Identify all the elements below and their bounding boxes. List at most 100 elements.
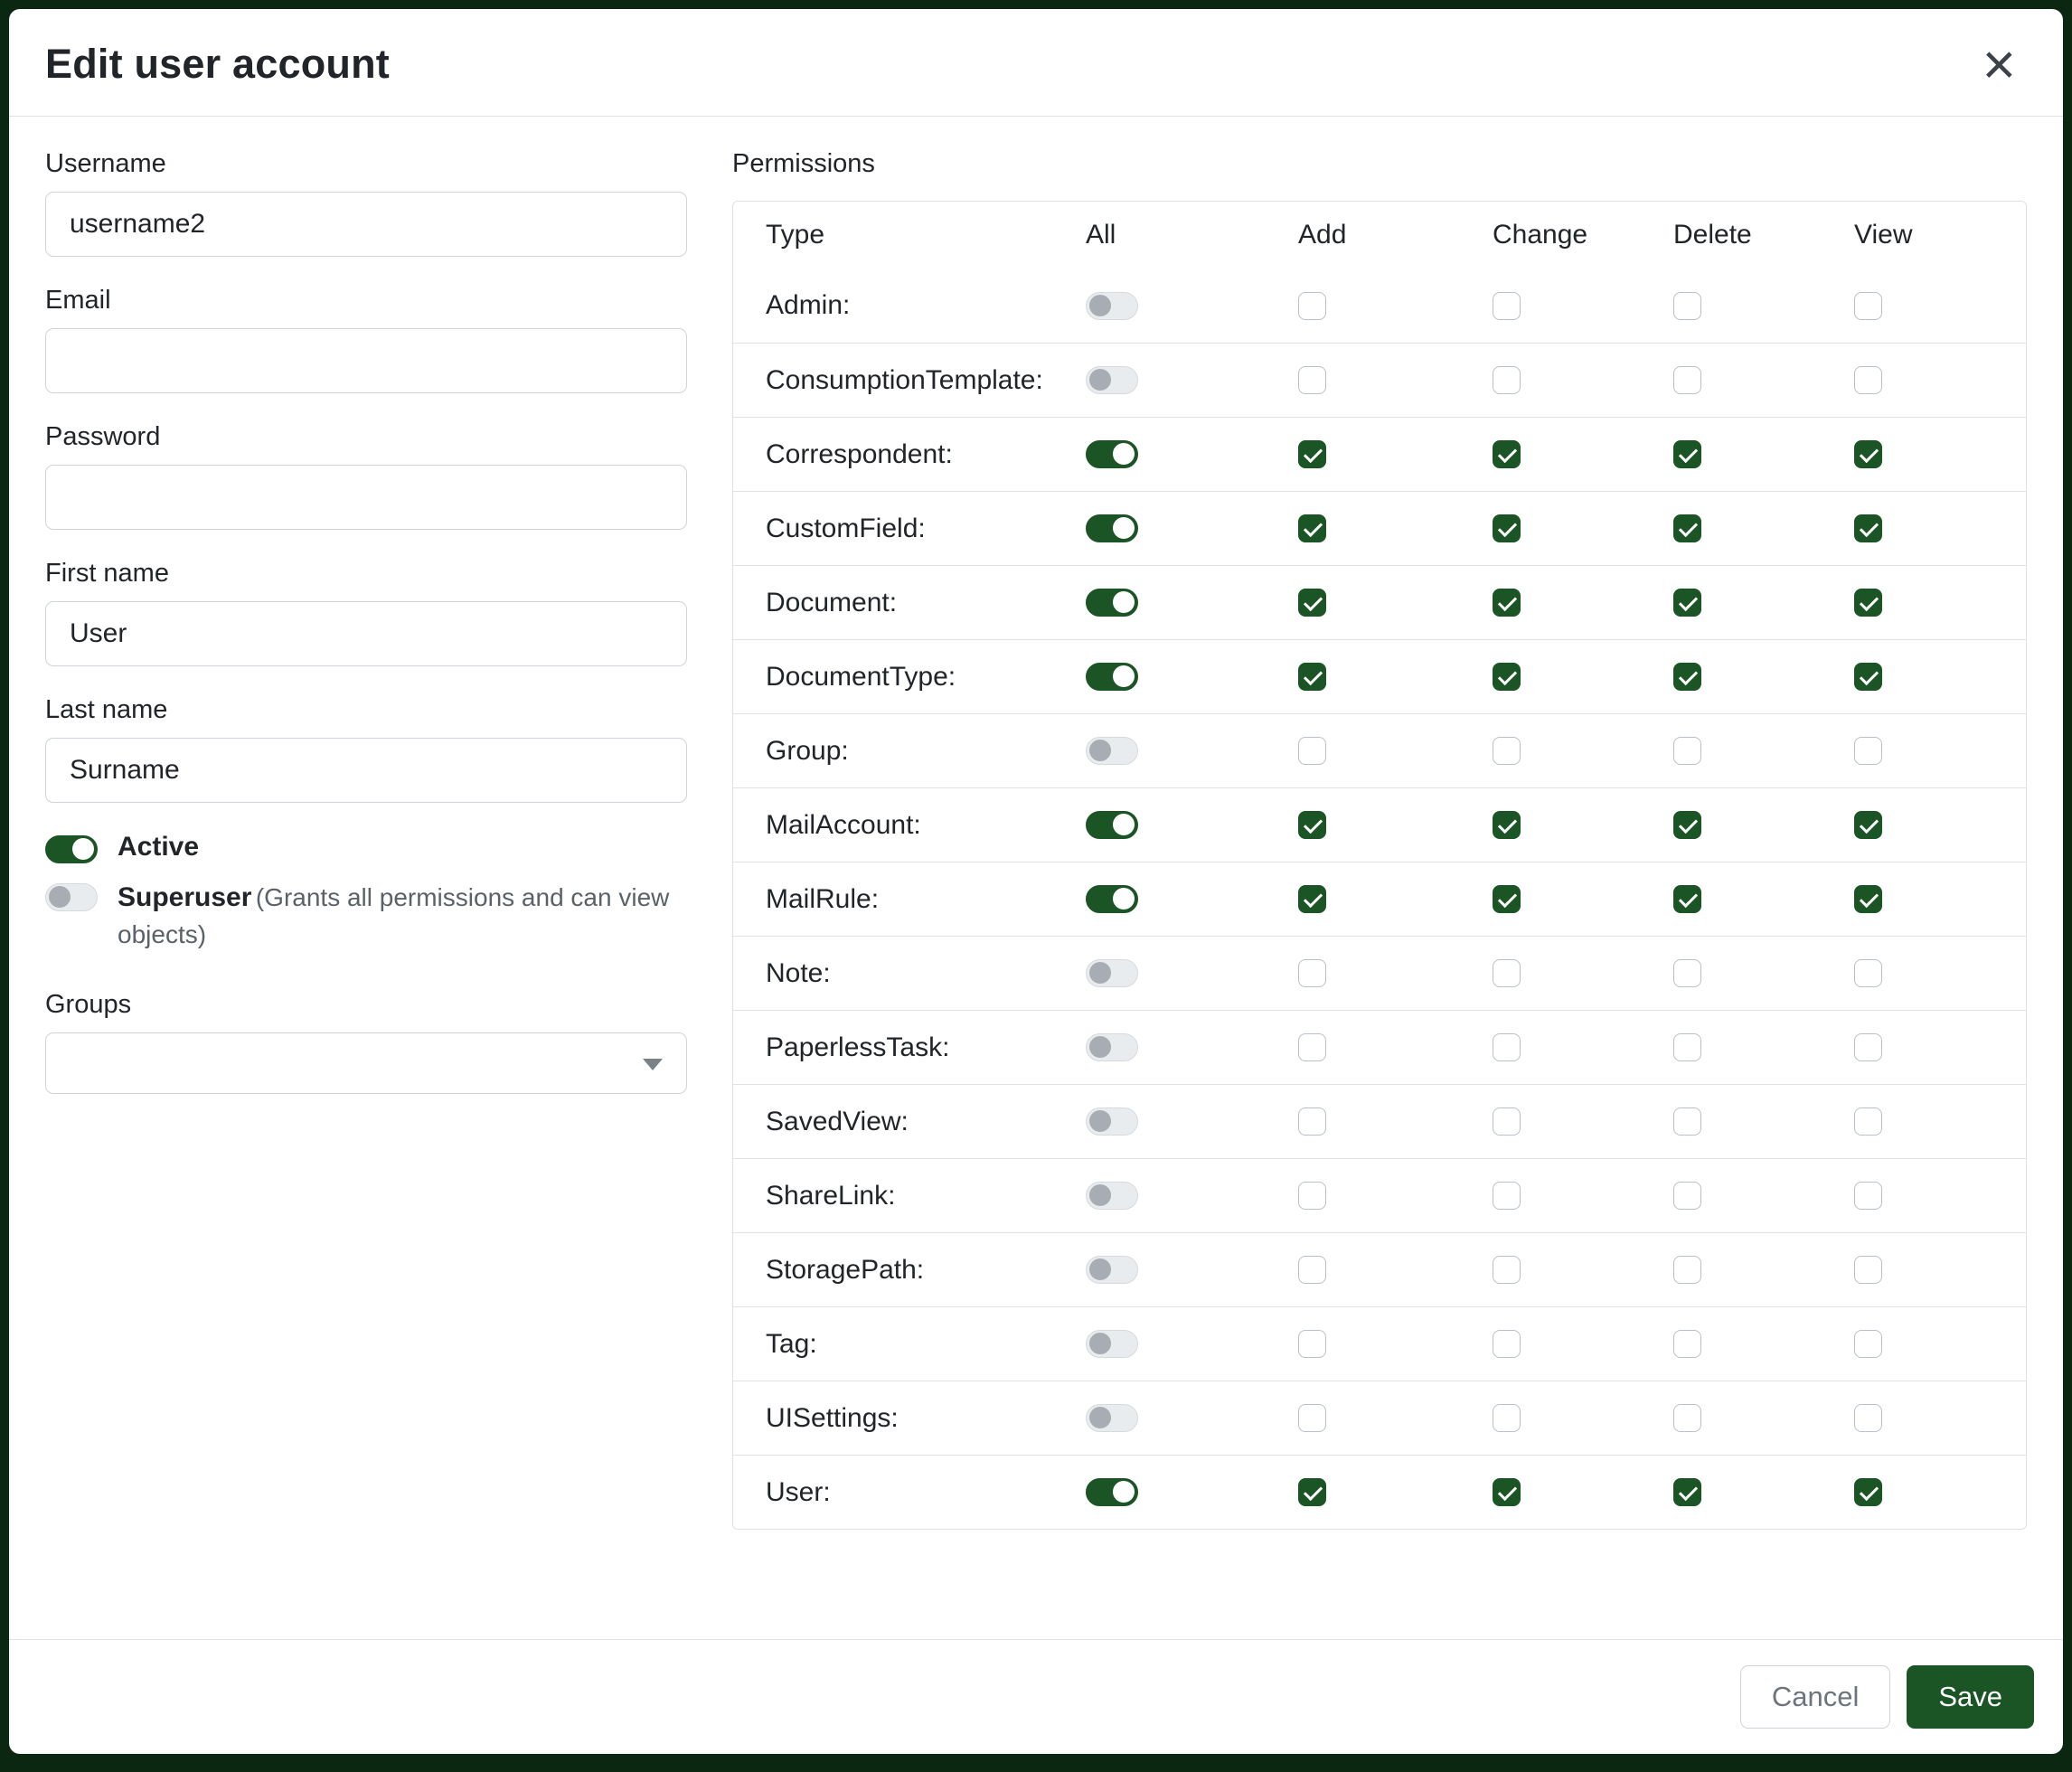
permission-change-checkbox[interactable] [1493, 663, 1521, 691]
permission-view-checkbox[interactable] [1854, 811, 1882, 839]
permission-change-checkbox[interactable] [1493, 885, 1521, 913]
permission-view-checkbox[interactable] [1854, 1033, 1882, 1061]
permission-change-checkbox[interactable] [1493, 1033, 1521, 1061]
permission-delete-checkbox[interactable] [1673, 292, 1701, 320]
first-name-input[interactable] [45, 601, 687, 666]
permission-change-checkbox[interactable] [1493, 1182, 1521, 1210]
permission-delete-checkbox[interactable] [1673, 1256, 1701, 1284]
permission-all-toggle[interactable] [1086, 1182, 1138, 1210]
permission-add-checkbox[interactable] [1298, 885, 1326, 913]
permission-change-checkbox[interactable] [1493, 1330, 1521, 1358]
permission-view-checkbox[interactable] [1854, 1182, 1882, 1210]
permission-view-checkbox[interactable] [1854, 589, 1882, 617]
permission-all-toggle[interactable] [1086, 811, 1138, 839]
permission-add-checkbox[interactable] [1298, 1108, 1326, 1136]
permission-view-checkbox[interactable] [1854, 885, 1882, 913]
save-button[interactable]: Save [1907, 1665, 2034, 1729]
active-toggle[interactable] [45, 835, 98, 863]
permission-change-checkbox[interactable] [1493, 1404, 1521, 1432]
permission-all-toggle[interactable] [1086, 959, 1138, 987]
permission-change-checkbox[interactable] [1493, 366, 1521, 394]
permission-all-toggle[interactable] [1086, 1256, 1138, 1284]
permission-delete-checkbox[interactable] [1673, 1108, 1701, 1136]
dialog-body: Username Email Password First name Last … [9, 117, 2063, 1639]
permission-delete-checkbox[interactable] [1673, 1033, 1701, 1061]
permission-add-checkbox[interactable] [1298, 440, 1326, 468]
permission-view-checkbox[interactable] [1854, 440, 1882, 468]
permission-delete-checkbox[interactable] [1673, 1330, 1701, 1358]
permission-view-checkbox[interactable] [1854, 292, 1882, 320]
permission-add-checkbox[interactable] [1298, 514, 1326, 542]
permission-all-toggle[interactable] [1086, 589, 1138, 617]
permission-delete-checkbox[interactable] [1673, 514, 1701, 542]
permission-add-checkbox[interactable] [1298, 1478, 1326, 1506]
permission-delete-checkbox[interactable] [1673, 663, 1701, 691]
email-field-group: Email [45, 286, 687, 393]
permission-add-checkbox[interactable] [1298, 1256, 1326, 1284]
permission-delete-checkbox[interactable] [1673, 811, 1701, 839]
permission-add-checkbox[interactable] [1298, 1330, 1326, 1358]
permission-all-toggle[interactable] [1086, 885, 1138, 913]
email-field[interactable] [45, 328, 687, 393]
permission-all-toggle[interactable] [1086, 663, 1138, 691]
groups-select[interactable] [45, 1032, 687, 1094]
permission-all-toggle[interactable] [1086, 1033, 1138, 1061]
permission-view-checkbox[interactable] [1854, 737, 1882, 765]
permission-all-toggle[interactable] [1086, 1330, 1138, 1358]
superuser-toggle[interactable] [45, 883, 98, 911]
permission-add-checkbox[interactable] [1298, 366, 1326, 394]
table-row: MailAccount: [733, 787, 2026, 862]
permission-delete-checkbox[interactable] [1673, 589, 1701, 617]
dialog-header: Edit user account × [9, 9, 2063, 117]
username-input[interactable] [45, 192, 687, 257]
permission-view-checkbox[interactable] [1854, 1108, 1882, 1136]
permission-delete-checkbox[interactable] [1673, 885, 1701, 913]
permission-all-toggle[interactable] [1086, 1404, 1138, 1432]
permission-change-checkbox[interactable] [1493, 1478, 1521, 1506]
password-field[interactable] [45, 465, 687, 530]
permission-view-checkbox[interactable] [1854, 1256, 1882, 1284]
permission-view-checkbox[interactable] [1854, 959, 1882, 987]
permission-view-checkbox[interactable] [1854, 1404, 1882, 1432]
permission-change-checkbox[interactable] [1493, 292, 1521, 320]
permission-change-checkbox[interactable] [1493, 737, 1521, 765]
permission-delete-checkbox[interactable] [1673, 959, 1701, 987]
permission-delete-checkbox[interactable] [1673, 737, 1701, 765]
permission-add-checkbox[interactable] [1298, 292, 1326, 320]
permission-change-checkbox[interactable] [1493, 440, 1521, 468]
permission-add-checkbox[interactable] [1298, 1182, 1326, 1210]
permission-all-toggle[interactable] [1086, 366, 1138, 394]
permission-view-checkbox[interactable] [1854, 1478, 1882, 1506]
permission-add-checkbox[interactable] [1298, 589, 1326, 617]
permission-change-checkbox[interactable] [1493, 1256, 1521, 1284]
permission-view-checkbox[interactable] [1854, 663, 1882, 691]
permission-all-toggle[interactable] [1086, 440, 1138, 468]
permission-view-checkbox[interactable] [1854, 514, 1882, 542]
permission-add-checkbox[interactable] [1298, 737, 1326, 765]
permission-delete-checkbox[interactable] [1673, 1478, 1701, 1506]
permission-delete-checkbox[interactable] [1673, 440, 1701, 468]
permission-delete-checkbox[interactable] [1673, 366, 1701, 394]
permission-change-checkbox[interactable] [1493, 514, 1521, 542]
permission-add-checkbox[interactable] [1298, 663, 1326, 691]
permission-delete-checkbox[interactable] [1673, 1404, 1701, 1432]
close-icon[interactable]: × [1975, 40, 2023, 89]
permission-view-checkbox[interactable] [1854, 1330, 1882, 1358]
permission-change-checkbox[interactable] [1493, 811, 1521, 839]
permission-all-toggle[interactable] [1086, 737, 1138, 765]
permission-add-checkbox[interactable] [1298, 959, 1326, 987]
permission-delete-checkbox[interactable] [1673, 1182, 1701, 1210]
permission-change-checkbox[interactable] [1493, 1108, 1521, 1136]
permission-change-checkbox[interactable] [1493, 589, 1521, 617]
permission-all-toggle[interactable] [1086, 514, 1138, 542]
permission-view-checkbox[interactable] [1854, 366, 1882, 394]
last-name-input[interactable] [45, 738, 687, 803]
permission-all-toggle[interactable] [1086, 1108, 1138, 1136]
permission-add-checkbox[interactable] [1298, 1033, 1326, 1061]
permission-all-toggle[interactable] [1086, 1478, 1138, 1506]
permission-add-checkbox[interactable] [1298, 1404, 1326, 1432]
permission-add-checkbox[interactable] [1298, 811, 1326, 839]
permission-all-toggle[interactable] [1086, 292, 1138, 320]
cancel-button[interactable]: Cancel [1740, 1665, 1891, 1729]
permission-change-checkbox[interactable] [1493, 959, 1521, 987]
